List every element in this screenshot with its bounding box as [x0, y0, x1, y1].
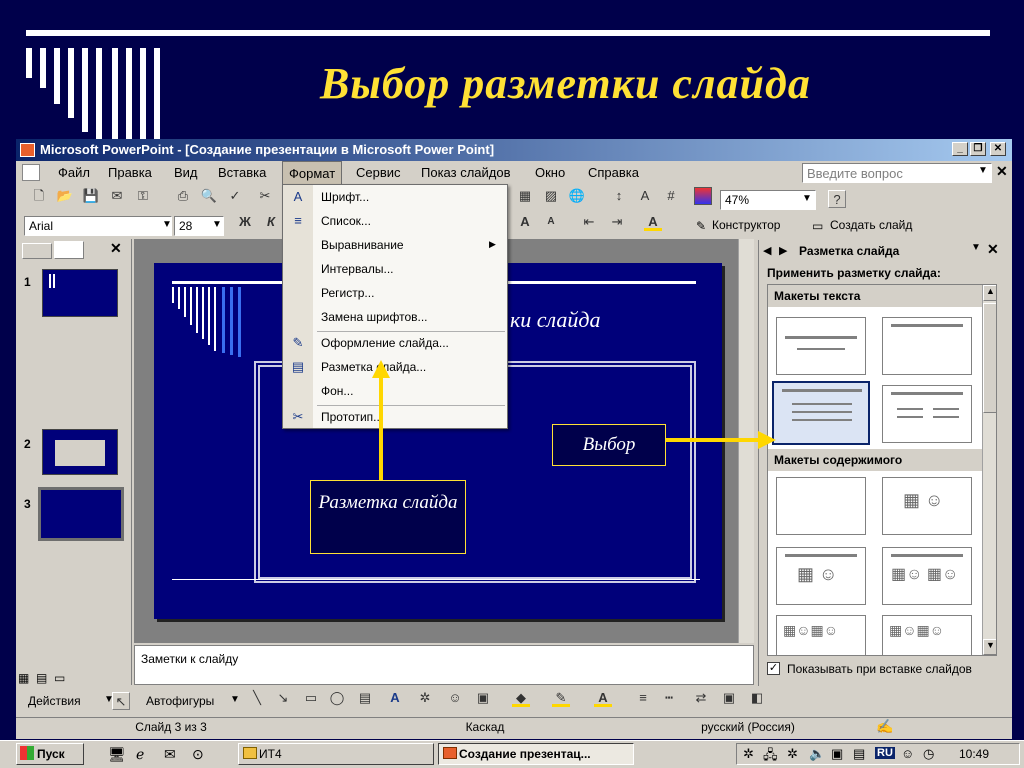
system-tray: ✲ 🖧 ✲ 🔈 ▣ ▤ RU ☺ ◷ 10:49: [736, 743, 1020, 765]
start-label: Пуск: [37, 747, 65, 761]
task-folder[interactable]: ИТ4: [238, 743, 434, 765]
media-icon[interactable]: ⊙: [192, 746, 204, 763]
windows-logo-icon: [20, 746, 34, 760]
tray-icon-bug[interactable]: ✲: [743, 746, 754, 762]
task-folder-label: ИТ4: [259, 747, 282, 761]
arrow-overlay: [372, 360, 776, 480]
browser-icon[interactable]: ℯ: [136, 746, 144, 763]
tray-icon-display[interactable]: ▣: [831, 746, 843, 762]
desktop-icon[interactable]: 🖥: [108, 746, 126, 763]
tray-icon-network[interactable]: 🖧: [763, 746, 778, 768]
tray-icon-clock[interactable]: ◷: [923, 746, 934, 762]
start-button[interactable]: Пуск: [16, 743, 84, 765]
language-indicator[interactable]: RU: [875, 747, 895, 759]
task-powerpoint-label: Создание презентац...: [459, 747, 591, 761]
outlook-icon[interactable]: ✉: [164, 746, 176, 763]
task-powerpoint[interactable]: Создание презентац...: [438, 743, 634, 765]
clock: 10:49: [959, 747, 990, 761]
tray-icon-antivirus[interactable]: ✲: [787, 746, 798, 762]
right-arrow-head: [758, 431, 776, 449]
tray-icon-keyboard[interactable]: ▤: [853, 746, 865, 762]
folder-icon: [243, 747, 257, 759]
tray-icon-volume[interactable]: 🔈: [809, 746, 825, 762]
up-arrow-head: [372, 360, 390, 378]
ppt-task-icon: [443, 747, 457, 759]
tray-icon-messenger[interactable]: ☺: [901, 746, 914, 761]
